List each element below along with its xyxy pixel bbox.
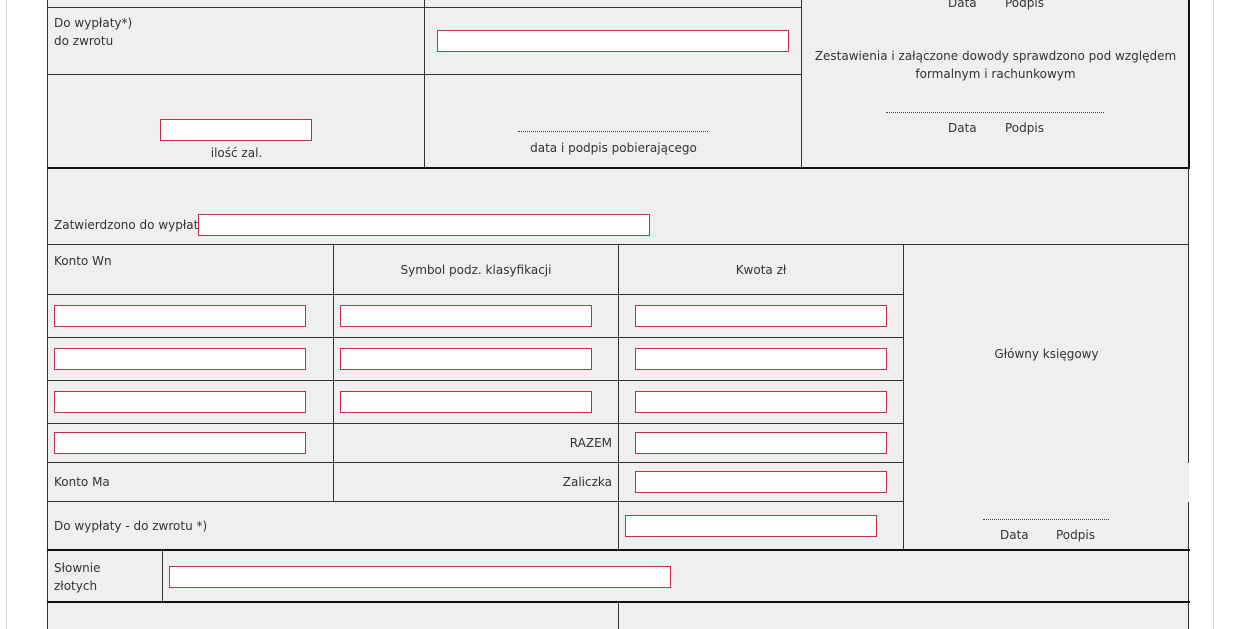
signature-dots-bottom: [983, 519, 1109, 520]
ilosc-zal-input[interactable]: [160, 119, 312, 141]
symbol-input-3[interactable]: [340, 391, 592, 413]
podpis-label-mid: Podpis: [1005, 121, 1044, 135]
do-wyplaty-zwrotu-input[interactable]: [625, 515, 877, 537]
razem-label: RAZEM: [569, 436, 612, 450]
symbol-input-1[interactable]: [340, 305, 592, 327]
ilosc-zal-label: ilość zal.: [210, 146, 263, 160]
slownie-label-line2: złotych: [54, 579, 98, 593]
slownie-label-line1: Słownie: [54, 561, 101, 575]
konto-wn-header: Konto Wn: [54, 254, 112, 268]
konto-ma-label: Konto Ma: [54, 475, 110, 489]
symbol-input-2[interactable]: [340, 348, 592, 370]
do-wyplaty-label: Do wypłaty*): [54, 16, 133, 30]
zaliczka-label: Zaliczka: [562, 475, 612, 489]
konto-wn-input-2[interactable]: [54, 348, 306, 370]
slownie-input[interactable]: [169, 566, 671, 588]
signature-dots-mid: [886, 112, 1104, 113]
bottom-right-cell: [619, 603, 1189, 629]
konto-wn-input-3[interactable]: [54, 391, 306, 413]
razem-kwota-input[interactable]: [635, 432, 887, 454]
zatwierdzono-input[interactable]: [198, 214, 650, 236]
bottom-left-cell: [48, 603, 618, 629]
data-label-mid: Data: [948, 121, 977, 135]
glowny-ksiegowy-label: Główny księgowy: [994, 347, 1099, 361]
zaliczka-input[interactable]: [635, 471, 887, 493]
kwota-input-2[interactable]: [635, 348, 887, 370]
kwota-input-1[interactable]: [635, 305, 887, 327]
glowny-ksiegowy-cell: [904, 245, 1189, 550]
konto-wn-input-1[interactable]: [54, 305, 306, 327]
razem-konto-input[interactable]: [54, 432, 306, 454]
do-zwrotu-label: do zwrotu: [54, 34, 114, 48]
data-label-bottom: Data: [1000, 528, 1029, 542]
kwota-input-3[interactable]: [635, 391, 887, 413]
zatwierdzono-label: Zatwierdzono do wypłaty: [54, 218, 206, 232]
verification-cell: [802, 0, 1189, 167]
podpis-label-top: Podpis: [1005, 0, 1044, 10]
data-label-top: Data: [948, 0, 977, 10]
do-wyplaty-zwrotu-label: Do wypłaty - do zwrotu *): [54, 519, 208, 533]
kwota-header: Kwota zł: [735, 263, 787, 277]
amount-input[interactable]: [437, 30, 789, 52]
verification-text-line2: formalnym i rachunkowym: [915, 67, 1076, 81]
symbol-header: Symbol podz. klasyfikacji: [400, 263, 552, 277]
signature-dots-pobierajacy: [518, 131, 708, 132]
verification-text-line1: Zestawienia i załączone dowody sprawdzon…: [814, 49, 1177, 63]
data-podpis-pobierajacego-label: data i podpis pobierającego: [530, 141, 697, 155]
podpis-label-bottom: Podpis: [1056, 528, 1095, 542]
